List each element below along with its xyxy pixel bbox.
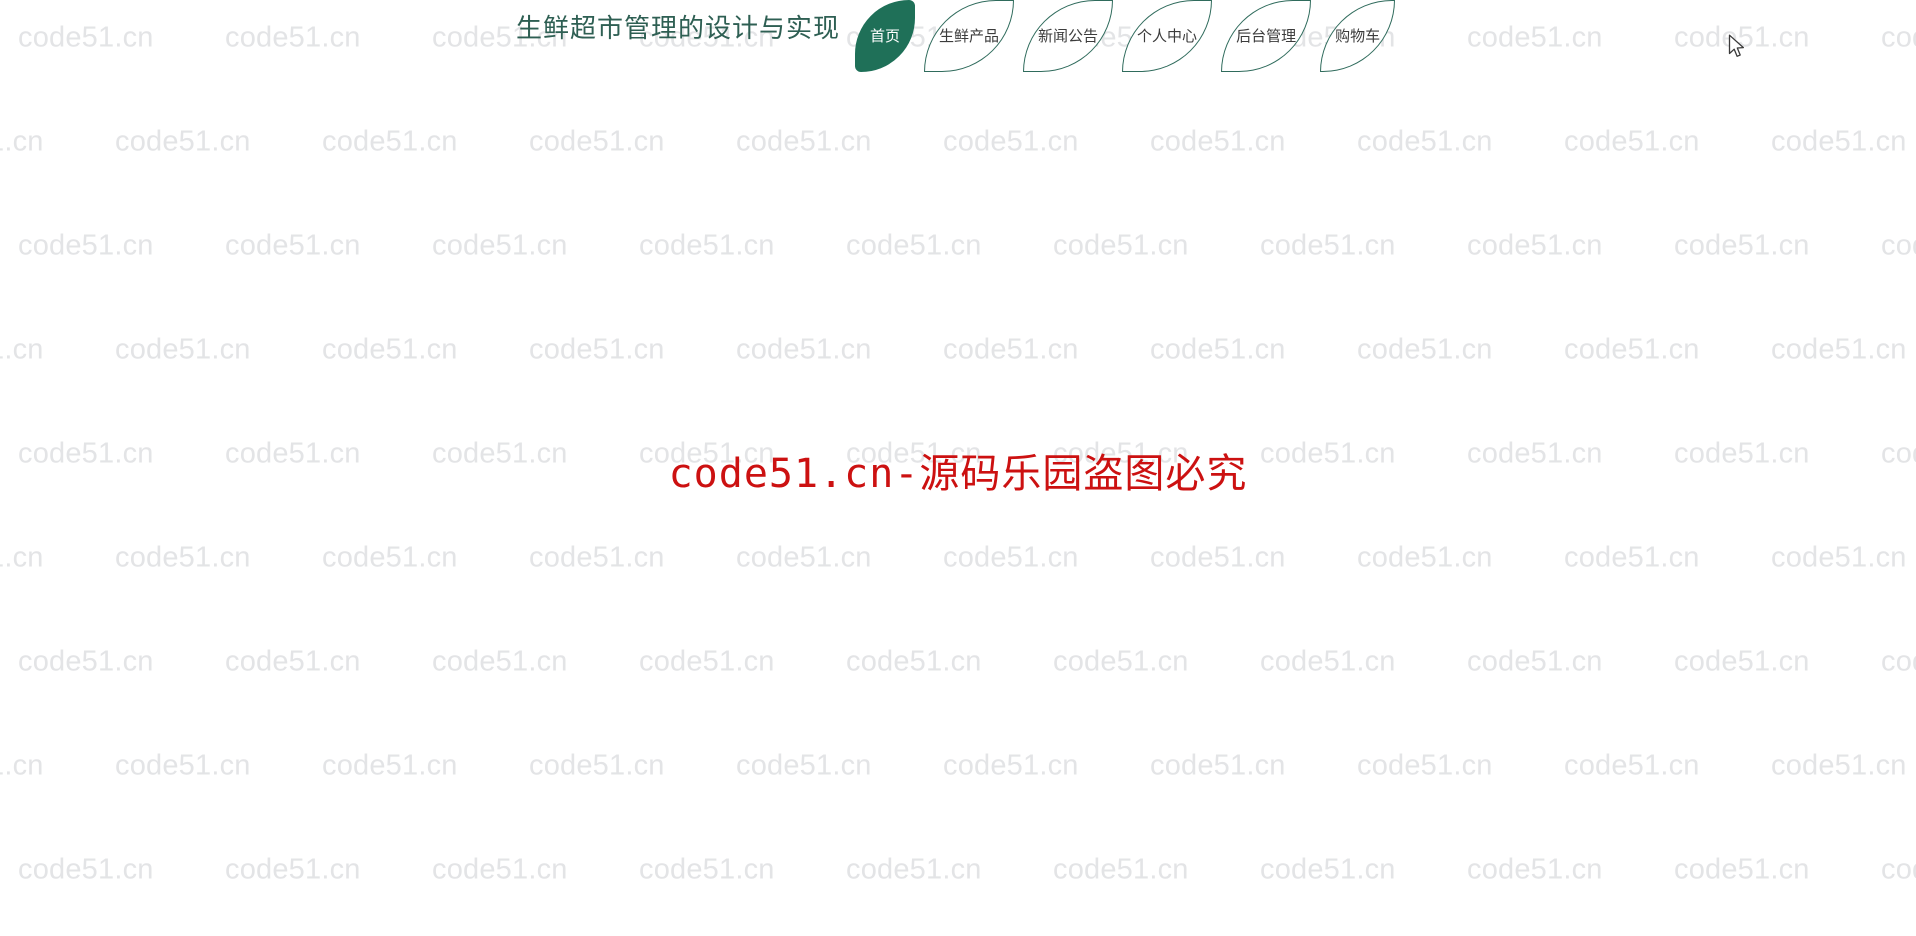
watermark-text: code51.cn [1771, 749, 1907, 782]
watermark-text: code51.cn [0, 541, 44, 574]
watermark-text: code51.cn [115, 333, 251, 366]
nav-tab-label: 首页 [870, 27, 901, 45]
watermark-text: code51.cn [1260, 229, 1396, 262]
watermark-text: code51.cn [1881, 229, 1916, 262]
watermark-text: code51.cn [432, 645, 568, 678]
watermark-text: code51.cn [529, 749, 665, 782]
watermark-text: code51.cn [943, 125, 1079, 158]
watermark-text: code51.cn [1564, 749, 1700, 782]
watermark-text: code51.cn [1467, 645, 1603, 678]
watermark-text: code51.cn [1467, 229, 1603, 262]
watermark-text: code51.cn [1150, 749, 1286, 782]
watermark-text: code51.cn [1260, 853, 1396, 886]
watermark-text: code51.cn [322, 541, 458, 574]
nav-tab-shopping-cart[interactable]: 购物车 [1320, 0, 1396, 72]
watermark-text: code51.cn [736, 333, 872, 366]
watermark-text: code51.cn [1357, 125, 1493, 158]
watermark-text: code51.cn [1053, 645, 1189, 678]
watermark-text: code51.cn [0, 333, 44, 366]
main-navigation: 首页 生鲜产品 新闻公告 个人中心 后台管理 购物车 [855, 0, 1396, 74]
watermark-text: code51.cn [1150, 541, 1286, 574]
watermark-text: code51.cn [1881, 437, 1916, 470]
nav-tab-admin-management[interactable]: 后台管理 [1221, 0, 1312, 72]
watermark-text: code51.cn [322, 125, 458, 158]
watermark-text: code51.cn [1674, 437, 1810, 470]
watermark-text: code51.cn [1260, 437, 1396, 470]
center-watermark-text: code51.cn-源码乐园盗图必究 [668, 451, 1248, 497]
nav-tab-label: 生鲜产品 [939, 27, 1000, 45]
watermark-text: code51.cn [639, 229, 775, 262]
nav-tab-personal-center[interactable]: 个人中心 [1122, 0, 1213, 72]
watermark-text: code51.cn [225, 437, 361, 470]
watermark-text: code51.cn [529, 333, 665, 366]
page-root: code51.cn code51.cn code51.cn code51.cn code… [0, 0, 1916, 936]
watermark-text: code51.cn [1467, 853, 1603, 886]
watermark-text: code51.cn [0, 749, 44, 782]
watermark-text: code51.cn [846, 437, 982, 470]
watermark-text: code51.cn [846, 853, 982, 886]
watermark-text: code51.cn [432, 437, 568, 470]
nav-tab-home[interactable]: 首页 [855, 0, 916, 72]
watermark-text: code51.cn [115, 125, 251, 158]
watermark-text: code51.cn [1674, 645, 1810, 678]
watermark-text: code51.cn [1053, 853, 1189, 886]
watermark-text: code51.cn [1881, 645, 1916, 678]
watermark-text: code51.cn [1771, 333, 1907, 366]
watermark-text: code51.cn [1564, 541, 1700, 574]
watermark-text: code51.cn [1881, 853, 1916, 886]
watermark-text: code51.cn [1564, 125, 1700, 158]
watermark-text: code51.cn [943, 541, 1079, 574]
watermark-text: code51.cn [529, 125, 665, 158]
watermark-text: code51.cn [639, 853, 775, 886]
nav-tab-label: 个人中心 [1137, 27, 1198, 45]
watermark-text: code51.cn [225, 645, 361, 678]
watermark-background: code51.cn code51.cn code51.cn code51.cn code… [0, 0, 1916, 936]
watermark-text: code51.cn [846, 229, 982, 262]
page-title: 生鲜超市管理的设计与实现 [516, 13, 841, 43]
watermark-text: code51.cn [639, 437, 775, 470]
watermark-text: code51.cn [1771, 125, 1907, 158]
watermark-text: code51.cn [1053, 229, 1189, 262]
watermark-text: code51.cn [846, 645, 982, 678]
nav-tab-news-announcements[interactable]: 新闻公告 [1023, 0, 1114, 72]
nav-tab-label: 后台管理 [1236, 27, 1297, 45]
watermark-text: code51.cn [736, 125, 872, 158]
watermark-text: code51.cn [322, 333, 458, 366]
watermark-text: code51.cn [1150, 333, 1286, 366]
site-header: 生鲜超市管理的设计与实现 首页 生鲜产品 新闻公告 个人中心 后台管理 购物车 [0, 0, 1916, 92]
watermark-text: code51.cn [1674, 853, 1810, 886]
watermark-text: code51.cn [18, 229, 154, 262]
nav-tab-fresh-products[interactable]: 生鲜产品 [924, 0, 1015, 72]
watermark-text: code51.cn [1467, 437, 1603, 470]
watermark-text: code51.cn [115, 541, 251, 574]
watermark-text: code51.cn [225, 229, 361, 262]
nav-tab-label: 购物车 [1335, 27, 1381, 45]
watermark-text: code51.cn [18, 853, 154, 886]
watermark-text: code51.cn [736, 541, 872, 574]
watermark-text: code51.cn [115, 749, 251, 782]
watermark-text: code51.cn [1771, 541, 1907, 574]
watermark-text: code51.cn [1053, 437, 1189, 470]
watermark-text: code51.cn [1357, 749, 1493, 782]
watermark-text: code51.cn [1150, 125, 1286, 158]
watermark-text: code51.cn [0, 125, 44, 158]
watermark-text: code51.cn [432, 229, 568, 262]
watermark-text: code51.cn [432, 853, 568, 886]
watermark-text: code51.cn [943, 333, 1079, 366]
watermark-text: code51.cn [18, 437, 154, 470]
watermark-text: code51.cn [639, 645, 775, 678]
watermark-text: code51.cn [1260, 645, 1396, 678]
watermark-text: code51.cn [736, 749, 872, 782]
nav-tab-label: 新闻公告 [1038, 27, 1099, 45]
watermark-text: code51.cn [322, 749, 458, 782]
watermark-text: code51.cn [225, 853, 361, 886]
watermark-text: code51.cn [529, 541, 665, 574]
watermark-text: code51.cn [18, 645, 154, 678]
watermark-text: code51.cn [1357, 333, 1493, 366]
watermark-text: code51.cn [1564, 333, 1700, 366]
watermark-text: code51.cn [1357, 541, 1493, 574]
watermark-text: code51.cn [943, 749, 1079, 782]
watermark-text: code51.cn [1674, 229, 1810, 262]
center-watermark: code51.cn-源码乐园盗图必究 [0, 450, 1916, 498]
